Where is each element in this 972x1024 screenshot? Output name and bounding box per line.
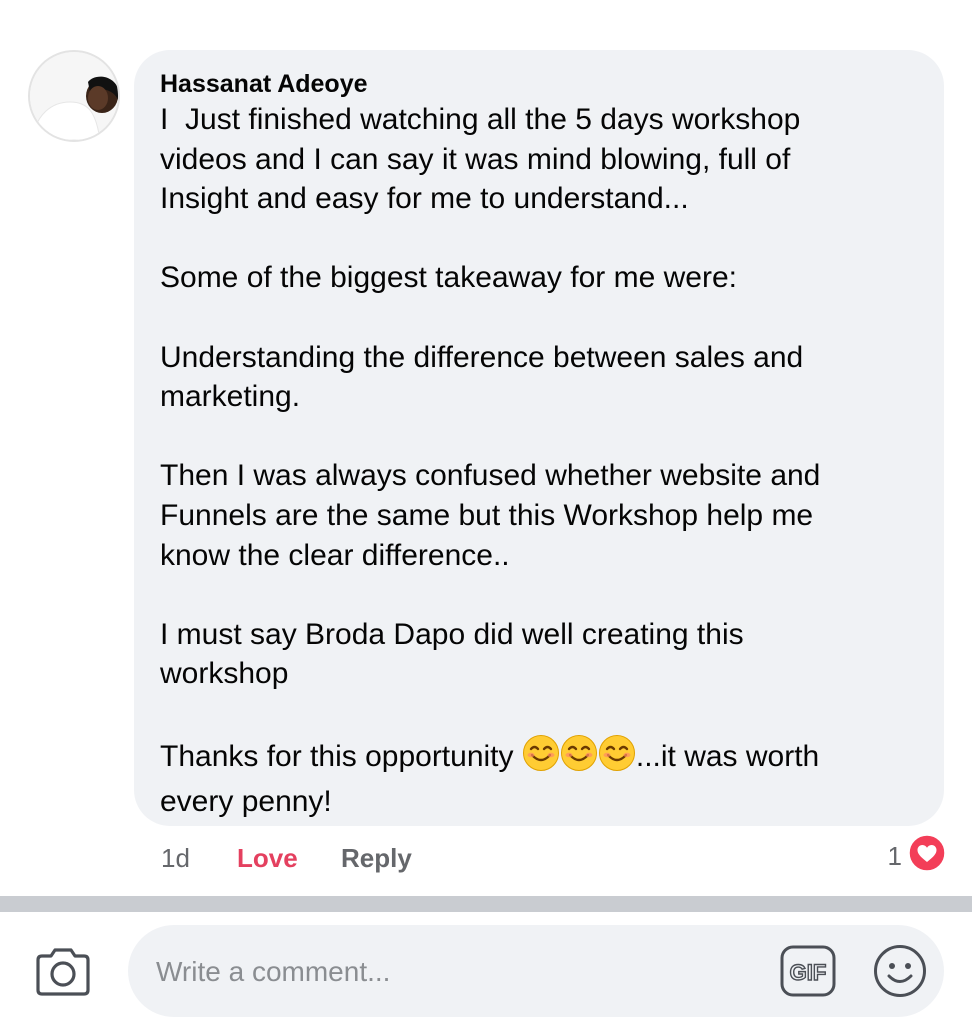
comment-composer[interactable]: GIF [128, 925, 944, 1019]
gif-label: GIF [790, 960, 827, 985]
love-button[interactable]: Love [237, 843, 341, 874]
camera-icon[interactable] [34, 946, 92, 1003]
heart-icon [908, 833, 946, 879]
smiling-face-emoji-icon [560, 734, 598, 783]
smiling-face-emoji-icon [522, 734, 560, 783]
reaction-count: 1 [887, 840, 902, 871]
avatar[interactable] [28, 50, 120, 142]
smiley-icon[interactable] [872, 943, 928, 1004]
comment-text: I Just finished watching all the 5 days … [160, 103, 821, 773]
gif-button[interactable]: GIF [780, 945, 836, 1002]
smiling-face-emoji-icon [598, 734, 636, 783]
reaction-summary[interactable]: 1 [887, 833, 946, 879]
comment-timestamp[interactable]: 1d [161, 843, 237, 874]
reply-button[interactable]: Reply [341, 843, 412, 874]
profile-photo [30, 52, 118, 140]
comment-bubble: Hassanat Adeoye I Just finished watching… [134, 50, 944, 826]
comment-input[interactable] [154, 925, 758, 1019]
comment-body: I Just finished watching all the 5 days … [160, 100, 918, 822]
comment-author[interactable]: Hassanat Adeoye [160, 68, 918, 100]
divider [0, 896, 972, 912]
comment-actions: 1d Love Reply [161, 838, 412, 878]
comment-thread: Hassanat Adeoye I Just finished watching… [0, 0, 972, 1024]
